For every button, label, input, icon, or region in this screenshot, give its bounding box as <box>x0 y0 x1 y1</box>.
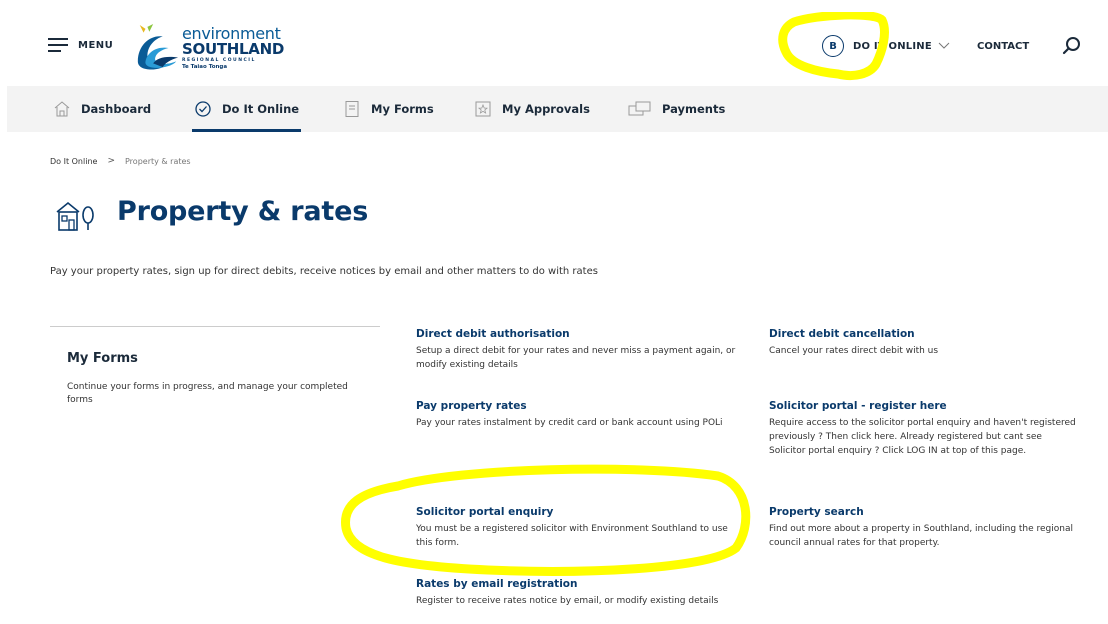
tab-my-forms[interactable]: My Forms <box>343 86 434 132</box>
document-icon <box>345 101 359 117</box>
chevron-down-icon <box>938 42 950 49</box>
menu-label: MENU <box>78 39 114 51</box>
property-search-link[interactable]: Property search <box>769 506 1081 518</box>
direct-debit-authorisation-link[interactable]: Direct debit authorisation <box>416 328 736 340</box>
solicitor-portal-enquiry-link[interactable]: Solicitor portal enquiry <box>416 506 736 518</box>
item-description: Find out more about a property in Southl… <box>769 524 1074 548</box>
breadcrumb-separator: > <box>107 156 115 166</box>
item-description: Register to receive rates notice by emai… <box>416 596 719 606</box>
site-header: MENU environment SOUTHLAND REGIONAL COUN… <box>0 0 1108 86</box>
logo-line-southland: SOUTHLAND <box>182 39 284 58</box>
direct-debit-cancellation-link[interactable]: Direct debit cancellation <box>769 328 1089 340</box>
tab-label: My Forms <box>371 102 434 116</box>
my-forms-heading[interactable]: My Forms <box>50 351 380 366</box>
solicitor-portal-register-link[interactable]: Solicitor portal - register here <box>769 400 1081 412</box>
breadcrumb: Do It Online > Property & rates <box>50 156 191 166</box>
form-link-item: Solicitor portal - register here Require… <box>769 400 1081 458</box>
form-link-item: Solicitor portal enquiry You must be a r… <box>416 506 736 550</box>
page-title: Property & rates <box>117 196 369 227</box>
tab-label: Do It Online <box>222 102 300 116</box>
item-description: Pay your rates instalment by credit card… <box>416 418 723 428</box>
page-description: Pay your property rates, sign up for dir… <box>50 266 598 277</box>
breadcrumb-current: Property & rates <box>125 156 191 166</box>
tab-label: Payments <box>662 102 726 116</box>
logo-line-te-taiao-tonga: Te Taiao Tonga <box>182 64 228 70</box>
item-description: Require access to the solicitor portal e… <box>769 418 1076 456</box>
logo-line-regional-council: REGIONAL COUNCIL <box>182 57 256 63</box>
tab-bar: Dashboard Do It Online My Forms My Appro… <box>7 86 1108 132</box>
my-forms-description: Continue your forms in progress, and man… <box>67 382 348 405</box>
my-forms-card[interactable]: My Forms Continue your forms in progress… <box>50 326 380 407</box>
tab-label: Dashboard <box>81 102 152 116</box>
form-link-item: Pay property rates Pay your rates instal… <box>416 400 736 430</box>
form-link-item: Direct debit authorisation Setup a direc… <box>416 328 736 372</box>
logo-swirl-icon <box>137 24 179 70</box>
pay-property-rates-link[interactable]: Pay property rates <box>416 400 736 412</box>
contact-link[interactable]: CONTACT <box>977 41 1029 52</box>
do-it-online-dropdown[interactable]: B DO IT ONLINE <box>822 35 950 57</box>
home-icon <box>54 101 70 117</box>
user-avatar: B <box>822 35 844 57</box>
house-tree-icon <box>56 201 94 231</box>
logo-text: environment SOUTHLAND REGIONAL COUNCIL T… <box>182 25 284 71</box>
check-circle-icon <box>195 101 211 117</box>
form-link-item: Direct debit cancellation Cancel your ra… <box>769 328 1089 358</box>
tab-dashboard[interactable]: Dashboard <box>53 86 151 132</box>
form-link-item: Property search Find out more about a pr… <box>769 506 1081 550</box>
form-link-item: Rates by email registration Register to … <box>416 578 736 608</box>
rates-by-email-registration-link[interactable]: Rates by email registration <box>416 578 736 590</box>
breadcrumb-root-link[interactable]: Do It Online <box>50 157 97 166</box>
item-description: Cancel your rates direct debit with us <box>769 346 939 356</box>
tab-do-it-online[interactable]: Do It Online <box>191 86 302 132</box>
do-it-online-label: DO IT ONLINE <box>853 40 932 52</box>
search-icon[interactable] <box>1062 36 1082 56</box>
approval-icon <box>475 101 491 117</box>
tab-label: My Approvals <box>502 102 590 116</box>
hamburger-icon <box>48 38 68 52</box>
item-description: You must be a registered solicitor with … <box>416 524 728 548</box>
site-logo[interactable]: environment SOUTHLAND REGIONAL COUNCIL T… <box>134 18 284 78</box>
tab-my-approvals[interactable]: My Approvals <box>474 86 590 132</box>
payment-icon <box>628 101 651 116</box>
tab-payments[interactable]: Payments <box>628 86 725 132</box>
menu-button[interactable]: MENU <box>48 38 113 52</box>
item-description: Setup a direct debit for your rates and … <box>416 346 736 370</box>
